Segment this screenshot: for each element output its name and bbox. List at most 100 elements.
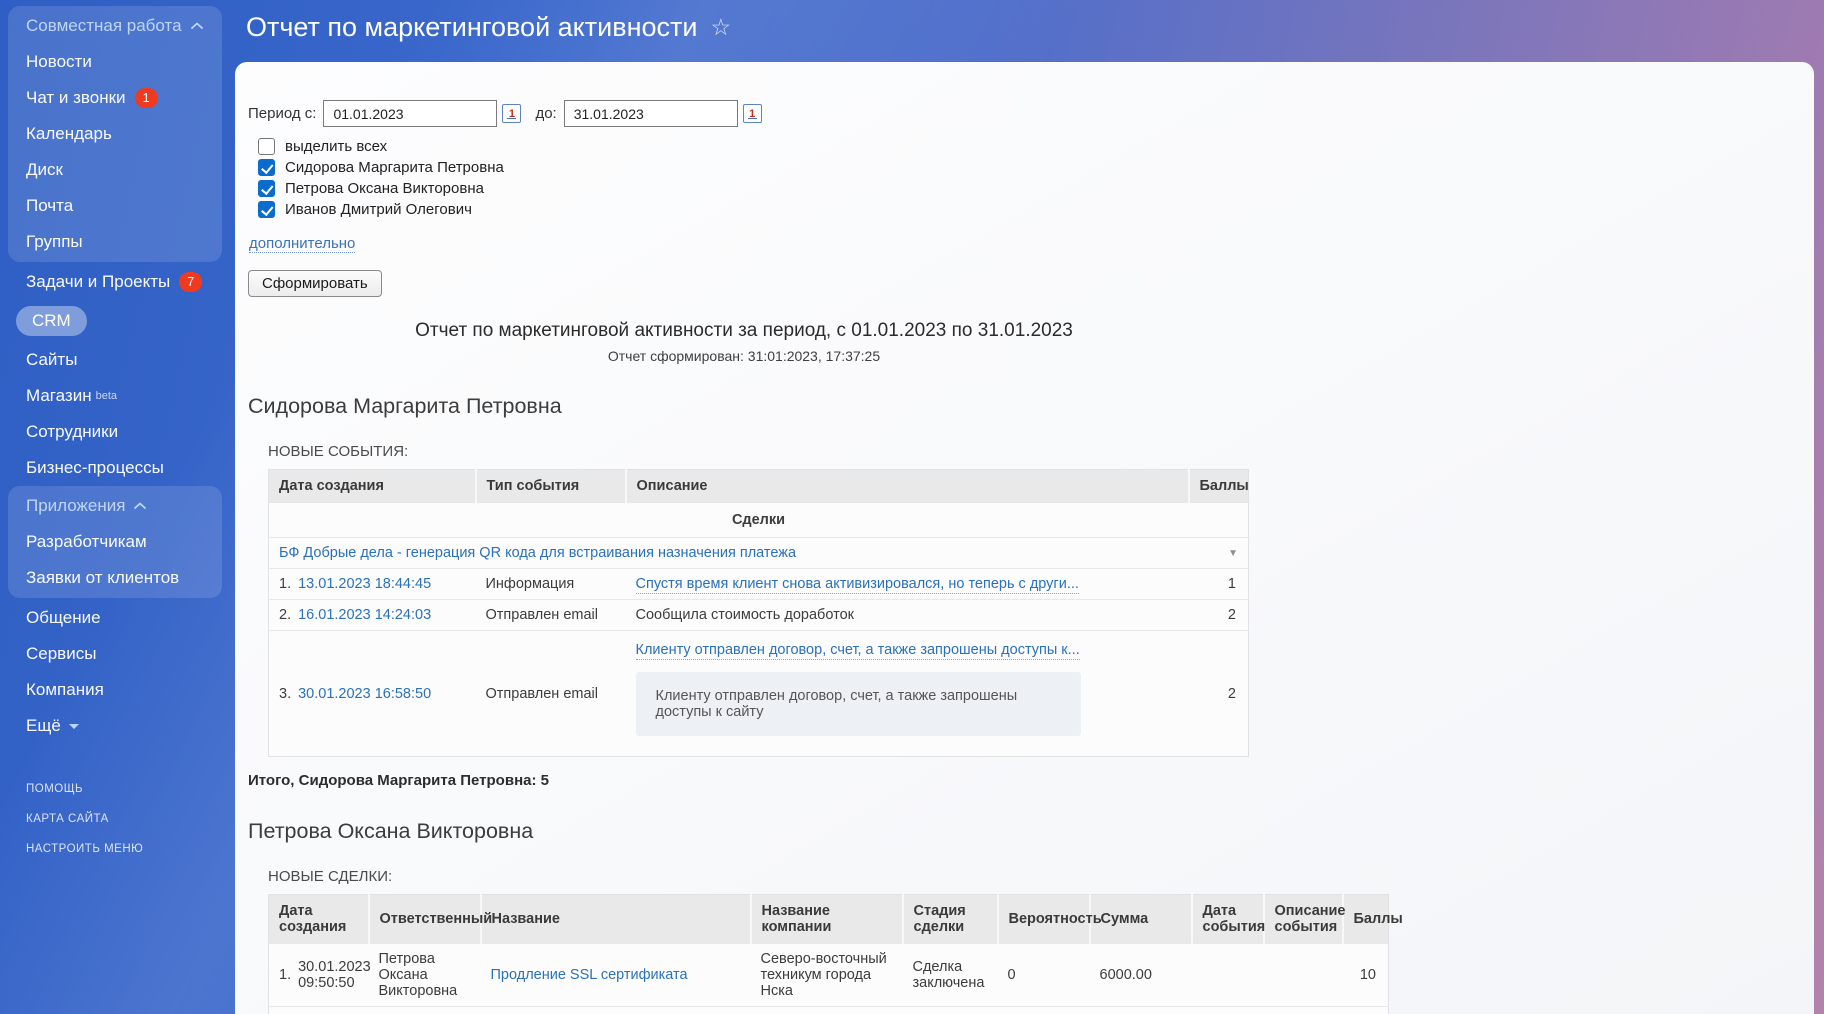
column-header: Описание (626, 470, 1189, 503)
sidebar-item-label: Общение (26, 608, 101, 628)
deal-probability: 0 (998, 1007, 1090, 1014)
sidebar-item-label: Календарь (26, 124, 112, 144)
checkbox-row-select-all: выделить всех (258, 138, 1814, 155)
sidebar-item-label: Ещё (26, 716, 61, 736)
event-score: 1 (1189, 569, 1249, 600)
sidebar-item-label: карта сайта (26, 813, 109, 825)
checkbox-label: Сидорова Маргарита Петровна (285, 159, 504, 176)
sidebar-group-apps: Приложения Разработчикам Заявки от клиен… (8, 486, 222, 598)
section-person-name: Петрова Оксана Викторовна (248, 819, 1814, 844)
deal-name-link[interactable]: Продление SSL сертификата (491, 967, 688, 983)
deal-sum: 6000.00 (1090, 944, 1192, 1007)
column-header: Описание события (1264, 895, 1343, 944)
sidebar-item-company[interactable]: Компания (8, 672, 232, 708)
event-type: Отправлен email (476, 600, 626, 631)
row-number: 2. (279, 607, 291, 623)
event-date-link[interactable]: 16.01.2023 14:24:03 (298, 607, 431, 623)
sidebar-group-header-apps[interactable]: Приложения (8, 488, 222, 524)
sidebar-item-more[interactable]: Ещё (8, 708, 232, 744)
sidebar-item-label: Заявки от клиентов (26, 568, 179, 588)
period-to-label: до: (535, 105, 556, 122)
section-person-name: Сидорова Маргарита Петровна (248, 394, 1814, 419)
sidebar-item-label: Сайты (26, 350, 77, 370)
report-generated-timestamp: Отчет сформирован: 31:01:2023, 17:37:25 (248, 348, 1240, 364)
chevron-up-icon (191, 22, 203, 30)
chevron-up-icon (134, 502, 146, 510)
deal-event-date (1192, 1007, 1264, 1014)
sidebar-item-disk[interactable]: Диск (8, 152, 222, 188)
sidebar-item-crm-active: CRM (8, 300, 232, 342)
table-row: 1.30.01.2023 09:50:50 Петрова Оксана Вик… (269, 944, 1389, 1007)
table-row: 2.16.01.2023 14:24:03 Отправлен email Со… (269, 600, 1249, 631)
column-header: Название компании (751, 895, 903, 944)
event-date-link[interactable]: 13.01.2023 18:44:45 (298, 576, 431, 592)
deal-link[interactable]: БФ Добрые дела - генерация QR кода для в… (279, 545, 796, 561)
column-header: Ответственный (369, 895, 481, 944)
page-title: Отчет по маркетинговой активности (246, 12, 697, 43)
row-number: 1. (279, 967, 291, 983)
event-description-link[interactable]: Клиенту отправлен договор, счет, а также… (636, 642, 1080, 660)
sidebar-footer: помощь карта сайта настроить меню (8, 774, 232, 864)
sidebar-item-news[interactable]: Новости (8, 44, 222, 80)
sidebar-item-sitemap[interactable]: карта сайта (8, 804, 232, 834)
sidebar-item-business-processes[interactable]: Бизнес-процессы (8, 450, 232, 486)
sidebar-item-services[interactable]: Сервисы (8, 636, 232, 672)
sidebar-item-client-requests[interactable]: Заявки от клиентов (8, 560, 222, 596)
date-from-input[interactable] (323, 100, 497, 127)
column-header: Баллы (1189, 470, 1249, 503)
select-all-checkbox[interactable] (258, 138, 275, 155)
column-header: Сумма (1090, 895, 1192, 944)
period-filter-row: Период с: 1 до: 1 (248, 100, 1814, 127)
column-header: Дата события (1192, 895, 1264, 944)
deal-responsible: Петрова Оксана Викторовна (369, 944, 481, 1007)
employee-checkbox[interactable] (258, 201, 275, 218)
event-type: Отправлен email (476, 631, 626, 757)
sidebar-group-collaboration: Совместная работа Новости Чат и звонки 1… (8, 6, 222, 262)
sidebar-item-label: помощь (26, 783, 83, 795)
checkbox-row-employee: Иванов Дмитрий Олегович (258, 201, 1814, 218)
calendar-icon[interactable]: 1 (502, 104, 521, 123)
column-header: Дата создания (269, 895, 369, 944)
sidebar-item-label: Задачи и Проекты (26, 272, 170, 292)
event-date-link[interactable]: 30.01.2023 16:58:50 (298, 686, 431, 702)
checkbox-row-employee: Петрова Оксана Викторовна (258, 180, 1814, 197)
sidebar-item-label: Группы (26, 232, 83, 252)
new-events-table: Дата создания Тип события Описание Баллы… (268, 469, 1249, 757)
favorite-star-icon[interactable]: ☆ (710, 14, 731, 41)
sidebar-item-store[interactable]: Магазин beta (8, 378, 232, 414)
sidebar-item-mail[interactable]: Почта (8, 188, 222, 224)
employee-checkbox[interactable] (258, 159, 275, 176)
section-total: Итого, Сидорова Маргарита Петровна: 5 (248, 772, 1814, 789)
employee-checkbox[interactable] (258, 180, 275, 197)
deals-table-label: НОВЫЕ СДЕЛКИ: (268, 868, 1814, 885)
sidebar-item-configure-menu[interactable]: настроить меню (8, 834, 232, 864)
calendar-icon[interactable]: 1 (743, 104, 762, 123)
column-header: Вероятность (998, 895, 1090, 944)
event-description-link[interactable]: Спустя время клиент снова активизировалс… (636, 576, 1079, 594)
collapse-triangle-icon[interactable]: ▼ (1199, 548, 1239, 559)
crm-active-pill[interactable]: CRM (16, 306, 87, 336)
row-number: 1. (279, 576, 291, 592)
generate-report-button[interactable]: Сформировать (248, 270, 382, 297)
caret-down-icon (69, 724, 79, 729)
date-to-input[interactable] (564, 100, 738, 127)
checkbox-label: Петрова Оксана Викторовна (285, 180, 484, 197)
page-header: Отчет по маркетинговой активности ☆ (246, 12, 731, 43)
deal-event-date (1192, 944, 1264, 1007)
sidebar-item-label: Чат и звонки (26, 88, 126, 108)
sidebar-item-employees[interactable]: Сотрудники (8, 414, 232, 450)
column-header: Стадия сделки (903, 895, 998, 944)
sidebar-item-chat-calls[interactable]: Чат и звонки 1 (8, 80, 222, 116)
sidebar-item-communication[interactable]: Общение (8, 600, 232, 636)
sidebar-item-developers[interactable]: Разработчикам (8, 524, 222, 560)
sidebar-item-sites[interactable]: Сайты (8, 342, 232, 378)
sidebar-item-calendar[interactable]: Календарь (8, 116, 222, 152)
sidebar-item-groups[interactable]: Группы (8, 224, 222, 260)
deal-event-description (1264, 944, 1343, 1007)
additional-options-link[interactable]: дополнительно (249, 235, 355, 253)
report-heading-block: Отчет по маркетинговой активности за пер… (248, 320, 1240, 364)
sidebar-group-header-collaboration[interactable]: Совместная работа (8, 8, 222, 44)
table-group-row: Сделки (269, 503, 1249, 538)
sidebar-item-tasks-projects[interactable]: Задачи и Проекты 7 (8, 264, 232, 300)
sidebar-item-help[interactable]: помощь (8, 774, 232, 804)
